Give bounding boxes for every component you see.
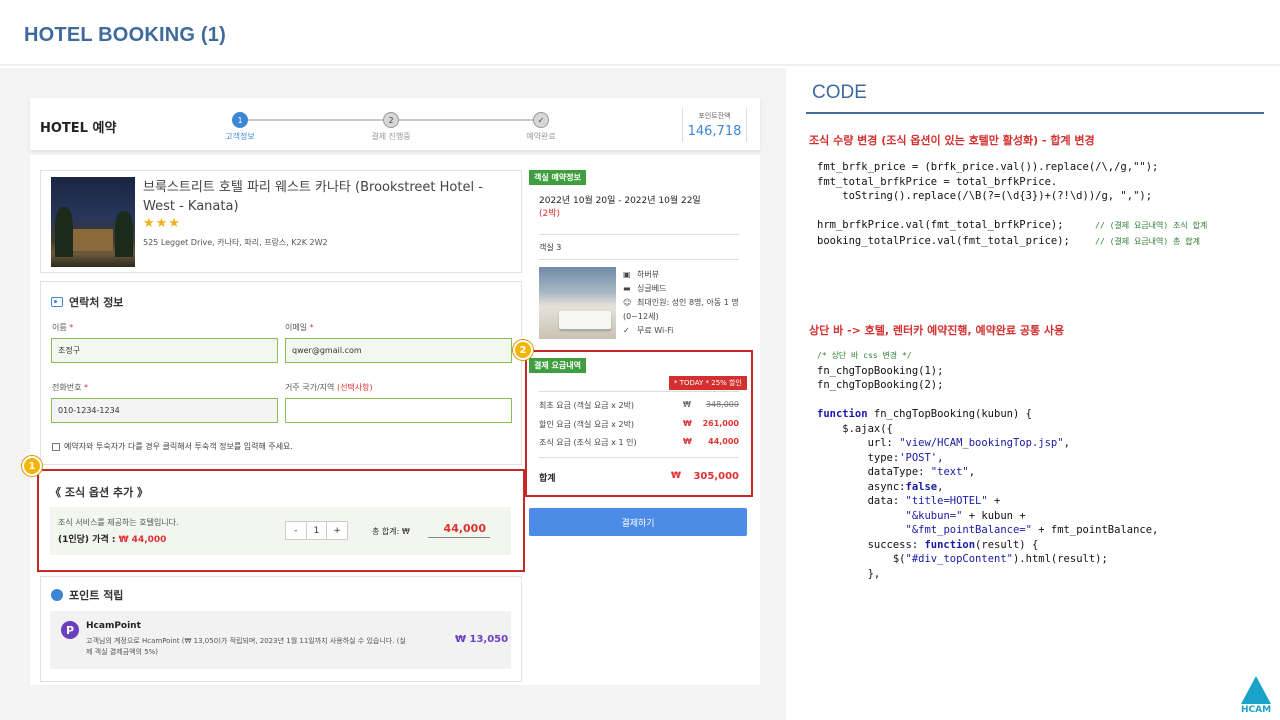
feature-wifi: ✓ 무료 Wi-Fi (623, 324, 743, 338)
highlight-box-breakfast (37, 469, 525, 572)
phone-field[interactable]: 010-1234-1234 (51, 398, 278, 423)
slide-title: HOTEL BOOKING (1) (24, 24, 226, 46)
country-field[interactable] (285, 398, 512, 423)
guest-differs-row[interactable]: 예약자와 투숙자가 다를 경우 클릭해서 투숙객 정보를 입력해 주세요. (52, 441, 293, 452)
hcampoint-description: 고객님의 계정으로 HcamPoint (₩ 13,050)가 적립되며, 20… (86, 637, 406, 656)
step-3-check-icon: ✓ (533, 112, 549, 128)
hotel-address: 525 Legget Drive, 카나타, 파리, 프랑스, K2K 2W2 (143, 238, 328, 247)
room-features: ▣ 하버뷰 ▬ 싱글베드 ☺ 최대인원: 성인 8명, 아동 1 명 (0~12세) … (623, 268, 743, 338)
divider (539, 259, 739, 260)
code-block-breakfast: fmt_brfk_price = (brfk_price.val()).repl… (817, 161, 1208, 247)
step-2-label: 결제 진행중 (371, 132, 411, 141)
phone-label-text: 전화번호 (52, 383, 82, 392)
title-divider (0, 64, 1280, 66)
check-icon: ✓ (623, 326, 630, 335)
guest-differs-text: 예약자와 투숙자가 다를 경우 클릭해서 투숙객 정보를 입력해 주세요. (64, 442, 293, 451)
feature-view-text: 하버뷰 (637, 270, 660, 279)
contact-title-text: 연락처 정보 (69, 296, 124, 309)
step-3-label: 예약완료 (526, 132, 556, 141)
view-icon: ▣ (623, 270, 631, 279)
hcam-logo-icon (1241, 676, 1271, 704)
required-mark: * (84, 383, 88, 392)
feature-bed-text: 싱글베드 (637, 284, 667, 293)
room-info-tag: 객실 예약정보 (529, 170, 586, 185)
guest-differs-checkbox[interactable] (52, 442, 60, 451)
room-count: 객실 3 (539, 243, 562, 252)
hcam-logo-text: HCAM (1240, 705, 1272, 715)
points-title-text: 포인트 적립 (69, 589, 124, 602)
name-label: 이름 * (52, 322, 73, 333)
hcam-logo: HCAM (1238, 676, 1274, 716)
highlight-box-fees (525, 350, 753, 497)
people-icon: ☺ (623, 298, 632, 307)
step-2-circle: 2 (383, 112, 399, 128)
name-field[interactable]: 조정구 (51, 338, 278, 363)
step-1-label: 고객정보 (225, 132, 255, 141)
required-mark: * (69, 323, 74, 332)
phone-label: 전화번호 * (52, 382, 88, 393)
country-label: 거주 국가/지역 (선택사항) (285, 382, 373, 393)
feature-view: ▣ 하버뷰 (623, 268, 743, 282)
stay-date-range: 2022년 10월 20일 - 2022년 10월 22일 (539, 196, 701, 206)
feature-capacity-text: 최대인원: 성인 8명, 아동 1 명 (0~12세) (623, 298, 739, 321)
email-label-text: 이메일 (285, 323, 308, 332)
pay-button[interactable]: 결제하기 (529, 508, 747, 536)
annotation-badge-2: 2 (513, 340, 533, 360)
step-1-circle: 1 (232, 112, 248, 128)
code-title: CODE (812, 82, 867, 103)
annotation-badge-1: 1 (22, 456, 42, 476)
code-block-topbar: /* 상단 바 css 변경 */ fn_chgTopBooking(1); f… (817, 351, 1159, 580)
points-balance-label: 포인트잔액 (698, 112, 731, 120)
bed-icon: ▬ (623, 284, 631, 293)
room-image (539, 267, 616, 339)
points-section-title: 포인트 적립 (51, 587, 123, 603)
code-heading-breakfast: 조식 수량 변경 (조식 옵션이 있는 호텔만 활성화) - 합계 변경 (809, 134, 1095, 147)
booking-top-bar: HOTEL 예약 1 2 ✓ 고객정보 결제 진행중 예약완료 포인트잔액 14… (30, 98, 760, 150)
email-field[interactable]: qwer@gmail.com (285, 338, 512, 363)
points-balance-value: 146,718 (687, 124, 742, 139)
contact-card-icon (51, 297, 63, 307)
hotel-name: 브룩스트리트 호텔 파리 웨스트 카나타 (Brookstreet Hotel … (143, 180, 483, 214)
stay-dates: 2022년 10월 20일 - 2022년 10월 22일 (2박) (539, 195, 749, 221)
divider (539, 234, 739, 235)
hotel-star-rating: ★★★ (143, 216, 181, 231)
hotel-image (51, 177, 135, 267)
optional-mark: (선택사항) (336, 383, 373, 392)
feature-bed: ▬ 싱글베드 (623, 282, 743, 296)
email-label: 이메일 * (285, 322, 314, 333)
code-heading-topbar: 상단 바 -> 호텔, 렌터카 예약진행, 예약완료 공통 사용 (809, 324, 1065, 337)
feature-capacity: ☺ 최대인원: 성인 8명, 아동 1 명 (0~12세) (623, 296, 743, 324)
contact-section-title: 연락처 정보 (51, 294, 123, 310)
country-label-text: 거주 국가/지역 (285, 383, 335, 392)
points-balance: 포인트잔액 146,718 (682, 108, 747, 142)
booking-brand: HOTEL 예약 (40, 121, 117, 136)
required-mark: * (309, 323, 314, 332)
hcampoint-logo-icon: P (61, 621, 79, 639)
code-divider (806, 112, 1264, 114)
hcampoint-value: ₩ 13,050 (455, 634, 509, 645)
name-label-text: 이름 (52, 323, 67, 332)
hcampoint-name: HcamPoint (86, 621, 141, 631)
points-coin-icon (51, 589, 63, 601)
feature-wifi-text: 무료 Wi-Fi (637, 326, 674, 335)
stay-nights: (2박) (539, 209, 561, 219)
